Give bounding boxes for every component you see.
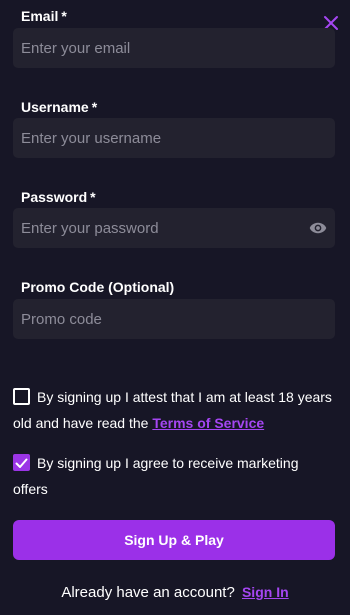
marketing-consent-row: By signing up I agree to receive marketi… bbox=[13, 450, 335, 502]
promo-code-field-container bbox=[13, 299, 335, 339]
username-required-mark: * bbox=[91, 99, 98, 115]
age-consent-text: By signing up I attest that I am at leas… bbox=[13, 384, 335, 436]
email-field[interactable] bbox=[13, 28, 335, 68]
checkmark-icon bbox=[15, 458, 28, 468]
email-required-mark: * bbox=[61, 8, 67, 24]
username-label: Username * bbox=[21, 99, 97, 115]
eye-icon bbox=[309, 222, 327, 234]
password-field-container bbox=[13, 208, 335, 248]
promo-code-label: Promo Code (Optional) bbox=[21, 279, 175, 295]
sign-in-prompt-text: Already have an account? bbox=[61, 584, 235, 601]
sign-up-button[interactable]: Sign Up & Play bbox=[13, 520, 335, 560]
password-label: Password * bbox=[21, 189, 96, 205]
sign-in-prompt: Already have an account? Sign In bbox=[0, 584, 350, 601]
password-required-mark: * bbox=[90, 189, 96, 205]
terms-of-service-link[interactable]: Terms of Service bbox=[152, 415, 264, 431]
email-label: Email * bbox=[21, 8, 67, 24]
marketing-consent-label: By signing up I agree to receive marketi… bbox=[13, 455, 299, 497]
password-label-text: Password bbox=[21, 189, 88, 205]
marketing-consent-checkbox[interactable] bbox=[13, 454, 30, 471]
show-password-toggle[interactable] bbox=[309, 219, 327, 237]
username-field-container bbox=[13, 118, 335, 158]
password-field[interactable] bbox=[13, 208, 335, 248]
age-consent-checkbox[interactable] bbox=[13, 388, 30, 405]
sign-in-link[interactable]: Sign In bbox=[242, 584, 289, 600]
username-label-text: Username bbox=[21, 99, 89, 115]
username-field[interactable] bbox=[13, 118, 335, 158]
promo-code-field[interactable] bbox=[13, 299, 335, 339]
email-label-text: Email bbox=[21, 8, 59, 24]
email-field-container bbox=[13, 28, 335, 68]
age-consent-row: By signing up I attest that I am at leas… bbox=[13, 384, 335, 436]
